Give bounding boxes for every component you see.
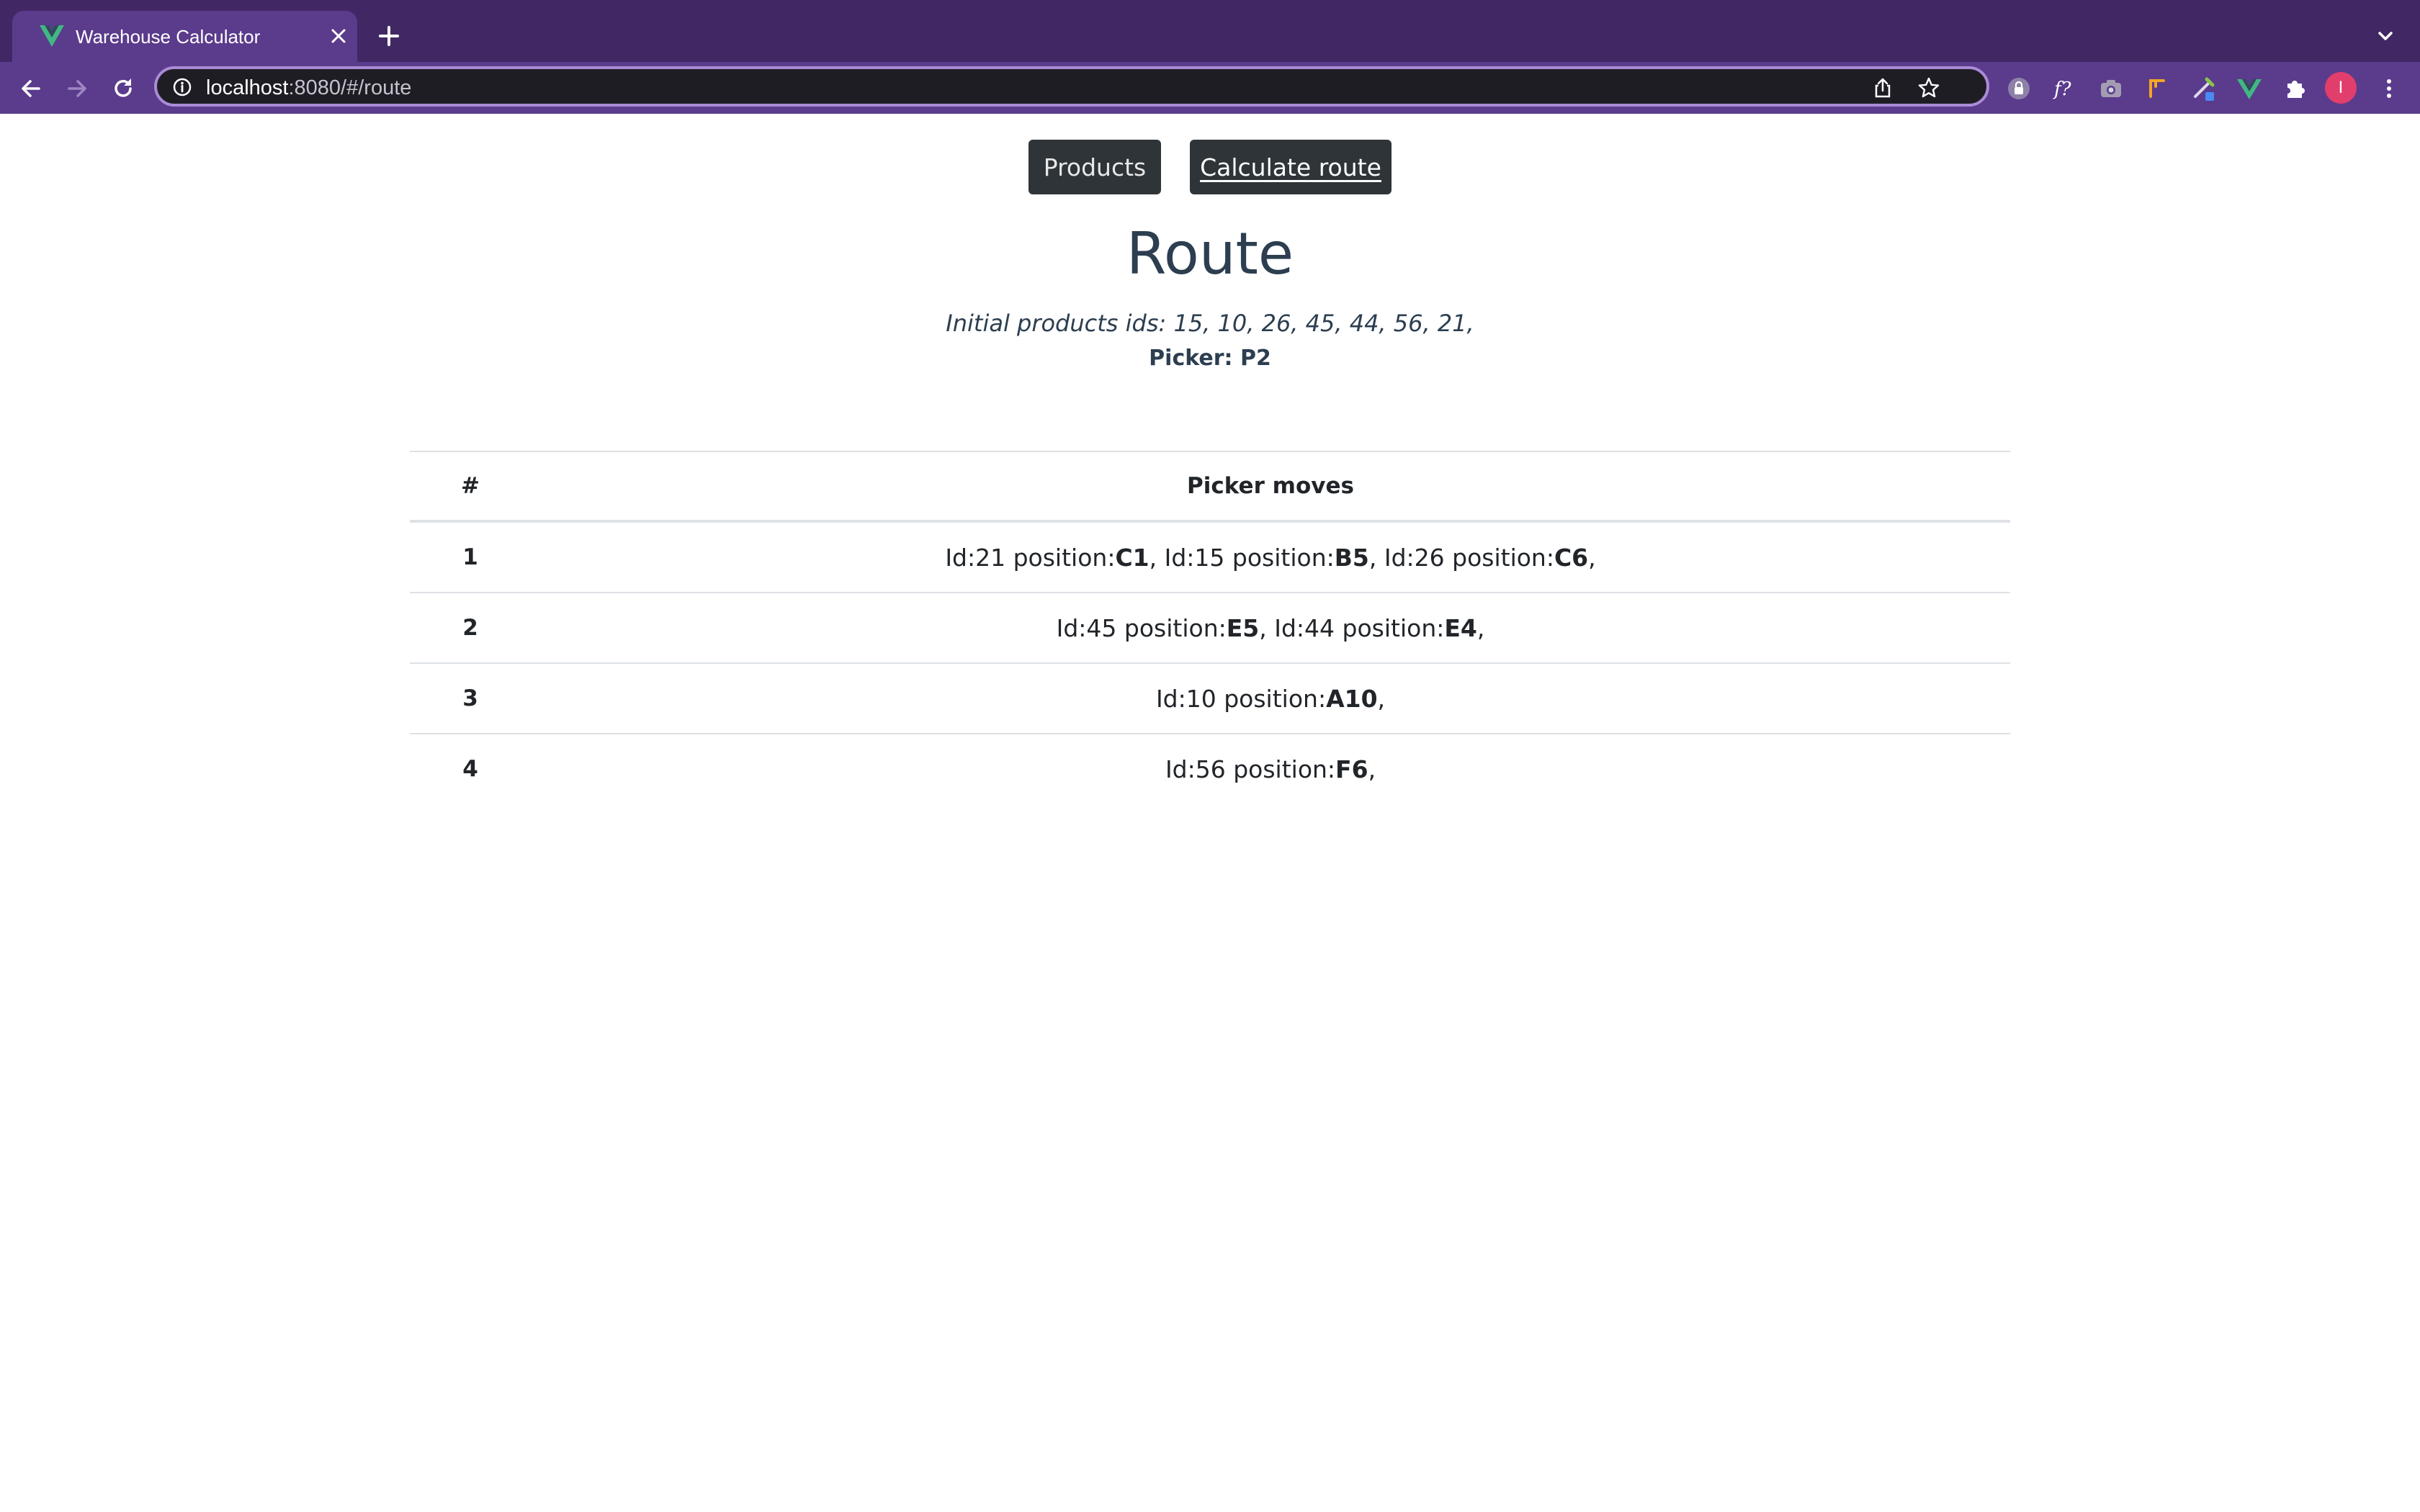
table-body: 1 Id:21 position:C1, Id:15 position:B5, I…	[410, 521, 2010, 804]
move-id: Id:56 position:	[1165, 755, 1336, 783]
move-id: Id:21 position:	[945, 543, 1116, 572]
move-id: Id:15 position:	[1157, 543, 1335, 572]
forward-icon[interactable]	[63, 75, 91, 102]
flag-extension-icon[interactable]	[2143, 75, 2171, 102]
initial-products-ids: Initial products ids: 15, 10, 26, 45, 44…	[946, 310, 1474, 337]
calculate-route-nav-button[interactable]: Calculate route	[1190, 140, 1392, 194]
row-picker-moves: Id:45 position:E5, Id:44 position:E4,	[1056, 613, 1485, 642]
move-position: E5	[1226, 613, 1260, 642]
row-picker-moves: Id:21 position:C1, Id:15 position:B5, Id…	[945, 543, 1596, 572]
move-position: B5	[1334, 543, 1369, 572]
header-number: #	[461, 473, 480, 499]
row-number: 1	[462, 544, 478, 570]
header-picker-moves: Picker moves	[1187, 473, 1354, 499]
address-bar[interactable]: localhost:8080/#/route	[154, 66, 1989, 107]
picker-label: Picker: P2	[1149, 346, 1271, 371]
plus-icon[interactable]	[375, 22, 403, 50]
privacy-extension-icon[interactable]	[2005, 75, 2033, 102]
vue-devtools-icon[interactable]	[2236, 75, 2263, 102]
move-position: C1	[1115, 543, 1150, 572]
browser-toolbar: localhost:8080/#/route f? I	[0, 62, 2420, 114]
products-nav-button[interactable]: Products	[1028, 140, 1161, 194]
profile-avatar[interactable]: I	[2325, 72, 2357, 104]
row-picker-moves: Id:56 position:F6,	[1165, 755, 1376, 783]
function-extension-icon[interactable]: f?	[2051, 75, 2079, 102]
browser-tab[interactable]: Warehouse Calculator	[12, 11, 357, 62]
vue-favicon-icon	[40, 25, 64, 47]
move-position: F6	[1335, 755, 1368, 783]
table-header-row: # Picker moves	[410, 451, 2010, 521]
row-number: 3	[462, 685, 478, 711]
camera-extension-icon[interactable]	[2097, 75, 2125, 102]
row-number: 4	[462, 756, 478, 782]
page-title: Route	[1126, 220, 1294, 287]
url-host: localhost	[206, 76, 289, 99]
move-position: C6	[1554, 543, 1589, 572]
row-number: 2	[462, 615, 478, 641]
page-content: Products Calculate route Route Initial p…	[0, 114, 2420, 1512]
move-id: Id:45 position:	[1056, 613, 1227, 642]
table-row: 1 Id:21 position:C1, Id:15 position:B5, I…	[410, 521, 2010, 592]
reload-icon[interactable]	[109, 75, 137, 102]
svg-text:f?: f?	[2053, 78, 2072, 100]
table-row: 3 Id:10 position:A10,	[410, 662, 2010, 733]
route-table: # Picker moves 1 Id:21 position:C1, Id:15…	[410, 451, 2010, 804]
move-id: Id:10 position:	[1155, 684, 1327, 713]
url-text: localhost:8080/#/route	[206, 76, 411, 99]
info-icon[interactable]	[173, 78, 192, 96]
chevron-down-icon[interactable]	[2374, 24, 2397, 48]
tab-title: Warehouse Calculator	[76, 26, 261, 48]
table-row: 4 Id:56 position:F6,	[410, 733, 2010, 804]
move-id: Id:26 position:	[1376, 543, 1554, 572]
move-position: E4	[1444, 613, 1477, 642]
row-picker-moves: Id:10 position:A10,	[1155, 684, 1386, 713]
puzzle-icon[interactable]	[2282, 75, 2309, 102]
kebab-menu-icon[interactable]	[2375, 75, 2403, 102]
star-icon[interactable]	[1917, 76, 1940, 99]
close-icon[interactable]	[326, 24, 351, 48]
browser-tabstrip: Warehouse Calculator	[0, 0, 2420, 62]
eyedropper-extension-icon[interactable]	[2190, 75, 2217, 102]
url-path: :8080/#/route	[288, 76, 412, 99]
move-position: A10	[1326, 684, 1378, 713]
share-icon[interactable]	[1871, 76, 1894, 99]
move-id: Id:44 position:	[1266, 613, 1445, 642]
table-row: 2 Id:45 position:E5, Id:44 position:E4,	[410, 592, 2010, 662]
back-icon[interactable]	[17, 75, 45, 102]
